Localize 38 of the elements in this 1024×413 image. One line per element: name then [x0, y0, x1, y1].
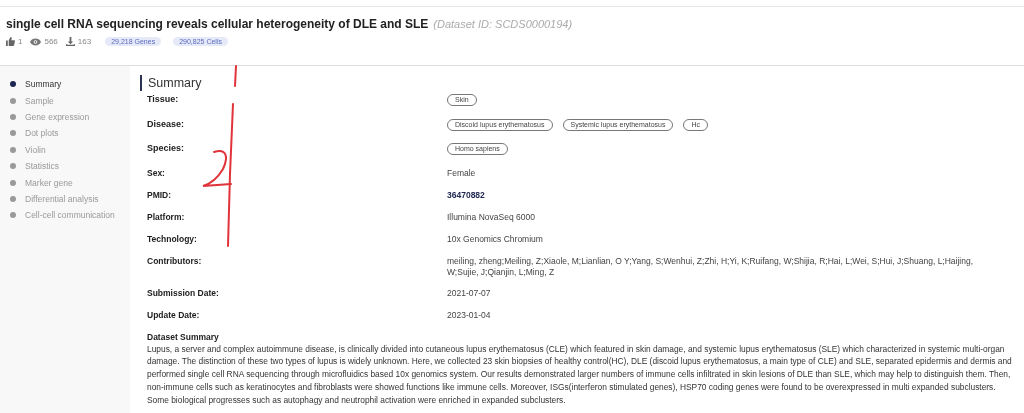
- sidebar-item[interactable]: Marker gene: [0, 174, 130, 191]
- field-value: 2021-07-07: [447, 287, 491, 299]
- pmid-link[interactable]: 36470882: [447, 189, 485, 201]
- stat-count: 1: [18, 37, 23, 46]
- field-value: 2023-01-04: [447, 309, 491, 321]
- field-label: Platform:: [147, 211, 186, 222]
- field-label: Submission Date:: [147, 287, 220, 298]
- field-label: Tissue:: [147, 94, 180, 104]
- field-value: 10x Genomics Chromium: [447, 233, 543, 245]
- sidebar-item[interactable]: Summary: [0, 76, 130, 93]
- field-value: Female: [447, 167, 476, 179]
- dataset-title: single cell RNA sequencing reveals cellular heterogeneity of DLE and SLE: [6, 17, 429, 31]
- sidebar-item[interactable]: Sample: [0, 92, 130, 109]
- eye-icon: [30, 37, 42, 46]
- field-label: Technology:: [147, 233, 198, 244]
- field-label: Update Date:: [147, 309, 201, 320]
- handwritten-stroke: [234, 65, 237, 87]
- download-icon[interactable]: [65, 37, 75, 46]
- dataset-summary-text: Lupus, a server and complex autoimmune disease, is clinically divided into cutaneous lupus erythematosus (CLE) which featured in skin damage, and systemic lupus erythematosus (SLE) which characterized in systemic multi-organ damage. The distinction of these two types of lupus is widely unknown. Here, we collected 23 skin biopsies of healthy control(HC), DLE (discoid lupus erythematosus, a main type of CLE) and SLE, separated epidermis and dermis and performed single cell RNA sequencing through microfluidics based 10x genomics system. Our results demonstrated larger numbers of immune cells infiltrated in skin lesions of DLE than SLE, which may help to distinguish them. Then, non-immune cells such as keratinocytes and fibroblasts were showed functions like immune cells. Moreover, ISGs(interferon stimulated genes), HSP70 coding genes were found to be overexpressed in multi expanded subclusters. Some biological progresses such as autophagy and neutrophil activation were enriched in expanded subclusters.: [147, 342, 1013, 407]
- sidebar-item[interactable]: Violin: [0, 141, 130, 158]
- section-heading: Summary: [140, 75, 1024, 91]
- field-label: Disease:: [147, 118, 186, 129]
- field-value: Illumina NovaSeq 6000: [447, 211, 535, 223]
- field-label: Sex:: [147, 167, 166, 178]
- dataset-id: (Dataset ID: SCDS0000194): [433, 18, 573, 30]
- sidebar-item[interactable]: Differential analysis: [0, 190, 130, 208]
- stat-count: 566: [44, 37, 58, 46]
- thumbs-up-icon[interactable]: [6, 37, 15, 46]
- field-value: meiling, zheng;Meiling, Z;Xiaole, M;Lianlian, O Y;Yang, S;Wenhui, Z;Zhi, H;Yi, K;Ruifang, W;Shijia, R;Hai, L;Wei, S;Hui, J;Shuang, L;Haijing, W;Sujie, J;Qianjin, L;Ming, Z: [447, 255, 975, 278]
- field-label: Contributors:: [147, 255, 203, 266]
- sidebar-item[interactable]: Cell-cell communication: [0, 207, 130, 224]
- field-label: PMID:: [147, 189, 173, 200]
- sidebar-item[interactable]: Gene expression: [0, 108, 130, 126]
- stat-count: 163: [77, 37, 92, 46]
- field-label: Species:: [147, 143, 186, 153]
- sidebar-item[interactable]: Dot plots: [0, 125, 130, 142]
- sidebar-item[interactable]: Statistics: [0, 157, 130, 175]
- dataset-summary-heading: Dataset Summary: [146, 331, 220, 342]
